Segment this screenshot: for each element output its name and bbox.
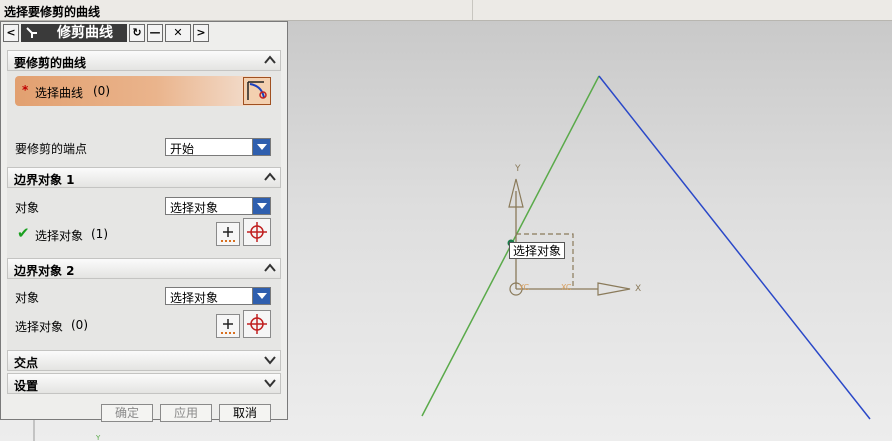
chevron-left-icon: < [6,26,16,39]
boundary1-point-button[interactable] [243,218,271,246]
collapse-left-button[interactable]: < [3,24,19,42]
chevron-up-icon[interactable] [263,53,277,67]
section-boundary1-body: 对象 选择对象 ✔ 选择对象 (1) [7,188,281,258]
chevron-down-icon[interactable] [252,198,270,214]
boundary1-object-label: 对象 [15,201,40,215]
section-boundary2-header[interactable]: 边界对象 2 [7,258,281,279]
section-settings-title: 设置 [14,379,39,393]
boundary2-add-button[interactable] [216,314,240,338]
section-boundary2-title: 边界对象 2 [14,264,75,278]
minimize-button[interactable]: — [147,24,163,42]
dialog-icon [21,24,43,42]
prompt-bar: 选择要修剪的曲线 [0,0,892,21]
cancel-button[interactable]: 取消 [219,404,271,422]
chevron-right-icon: > [196,26,206,39]
endpoint-value: 开始 [170,142,195,156]
chevron-down-icon[interactable] [252,288,270,304]
select-curve-count: (0) [93,84,110,98]
yc-label: YC [518,283,529,292]
select-curve-label: 选择曲线 [35,86,84,100]
trim-curve-dialog: < 修剪曲线 ↻ — ✕ > 要修剪的曲线 * 选择曲线 (0) 要修剪的端点 … [0,21,288,422]
required-mark: * [22,83,29,97]
prompt-separator [472,0,473,20]
apply-button[interactable]: 应用 [160,404,212,422]
chevron-down-icon[interactable] [263,376,277,390]
chevron-up-icon[interactable] [263,261,277,275]
select-curve-row[interactable]: * 选择曲线 (0) [15,76,271,106]
crosshair-icon [247,314,267,334]
tooltip: 选择对象 [509,242,566,259]
boundary2-select-count: (0) [71,318,88,332]
dialog-titlebar: < 修剪曲线 ↻ — ✕ > [3,24,213,44]
collapse-right-button[interactable]: > [193,24,209,42]
wcs-triad: Y X XC YC [508,164,641,296]
section-curve-body: * 选择曲线 (0) 要修剪的端点 开始 [7,71,281,167]
ok-button[interactable]: 确定 [101,404,153,422]
boundary2-object-label: 对象 [15,291,40,305]
chevron-down-icon[interactable] [263,353,277,367]
boundary2-object-combo[interactable]: 选择对象 [165,287,271,305]
boundary1-object-value: 选择对象 [170,201,219,215]
section-settings-header[interactable]: 设置 [7,373,281,394]
section-curve-title: 要修剪的曲线 [14,56,87,70]
curve-select-button[interactable] [243,77,271,105]
boundary2-select-label: 选择对象 [15,320,64,334]
x-axis-label: X [635,284,641,294]
chevron-down-icon[interactable] [252,139,270,155]
boundary1-select-label: 选择对象 [35,229,84,243]
prompt-text: 选择要修剪的曲线 [4,5,101,19]
blue-curve[interactable] [598,75,871,420]
add-point-icon [221,227,235,242]
crosshair-icon [247,222,267,242]
section-boundary1-header[interactable]: 边界对象 1 [7,167,281,188]
endpoint-label: 要修剪的端点 [15,142,88,156]
checkmark-icon: ✔ [17,224,30,242]
y-axis-label: Y [514,164,521,174]
x-axis-arrow [597,282,631,296]
section-intersection-title: 交点 [14,356,39,370]
trim-icon [26,27,37,38]
boundary2-point-button[interactable] [243,310,271,338]
section-boundary1-title: 边界对象 1 [14,173,75,187]
dialog-title: 修剪曲线 [43,24,127,42]
section-curve-header[interactable]: 要修剪的曲线 [7,50,281,71]
boundary1-add-button[interactable] [216,222,240,246]
section-intersection-header[interactable]: 交点 [7,350,281,371]
boundary1-object-combo[interactable]: 选择对象 [165,197,271,215]
minimize-icon: — [149,26,161,39]
add-point-icon [221,319,235,334]
xc-label: XC [561,283,572,292]
chevron-up-icon[interactable] [263,170,277,184]
boundary1-select-count: (1) [91,227,108,241]
reset-icon: ↻ [132,26,142,39]
curve-icon [247,81,267,100]
endpoint-combo[interactable]: 开始 [165,138,271,156]
close-icon: ✕ [173,26,183,39]
mini-triad-icon: Y [95,434,101,441]
section-boundary2-body: 对象 选择对象 选择对象 (0) [7,279,281,350]
reset-button[interactable]: ↻ [129,24,145,42]
boundary2-object-value: 选择对象 [170,291,219,305]
close-button[interactable]: ✕ [165,24,191,42]
